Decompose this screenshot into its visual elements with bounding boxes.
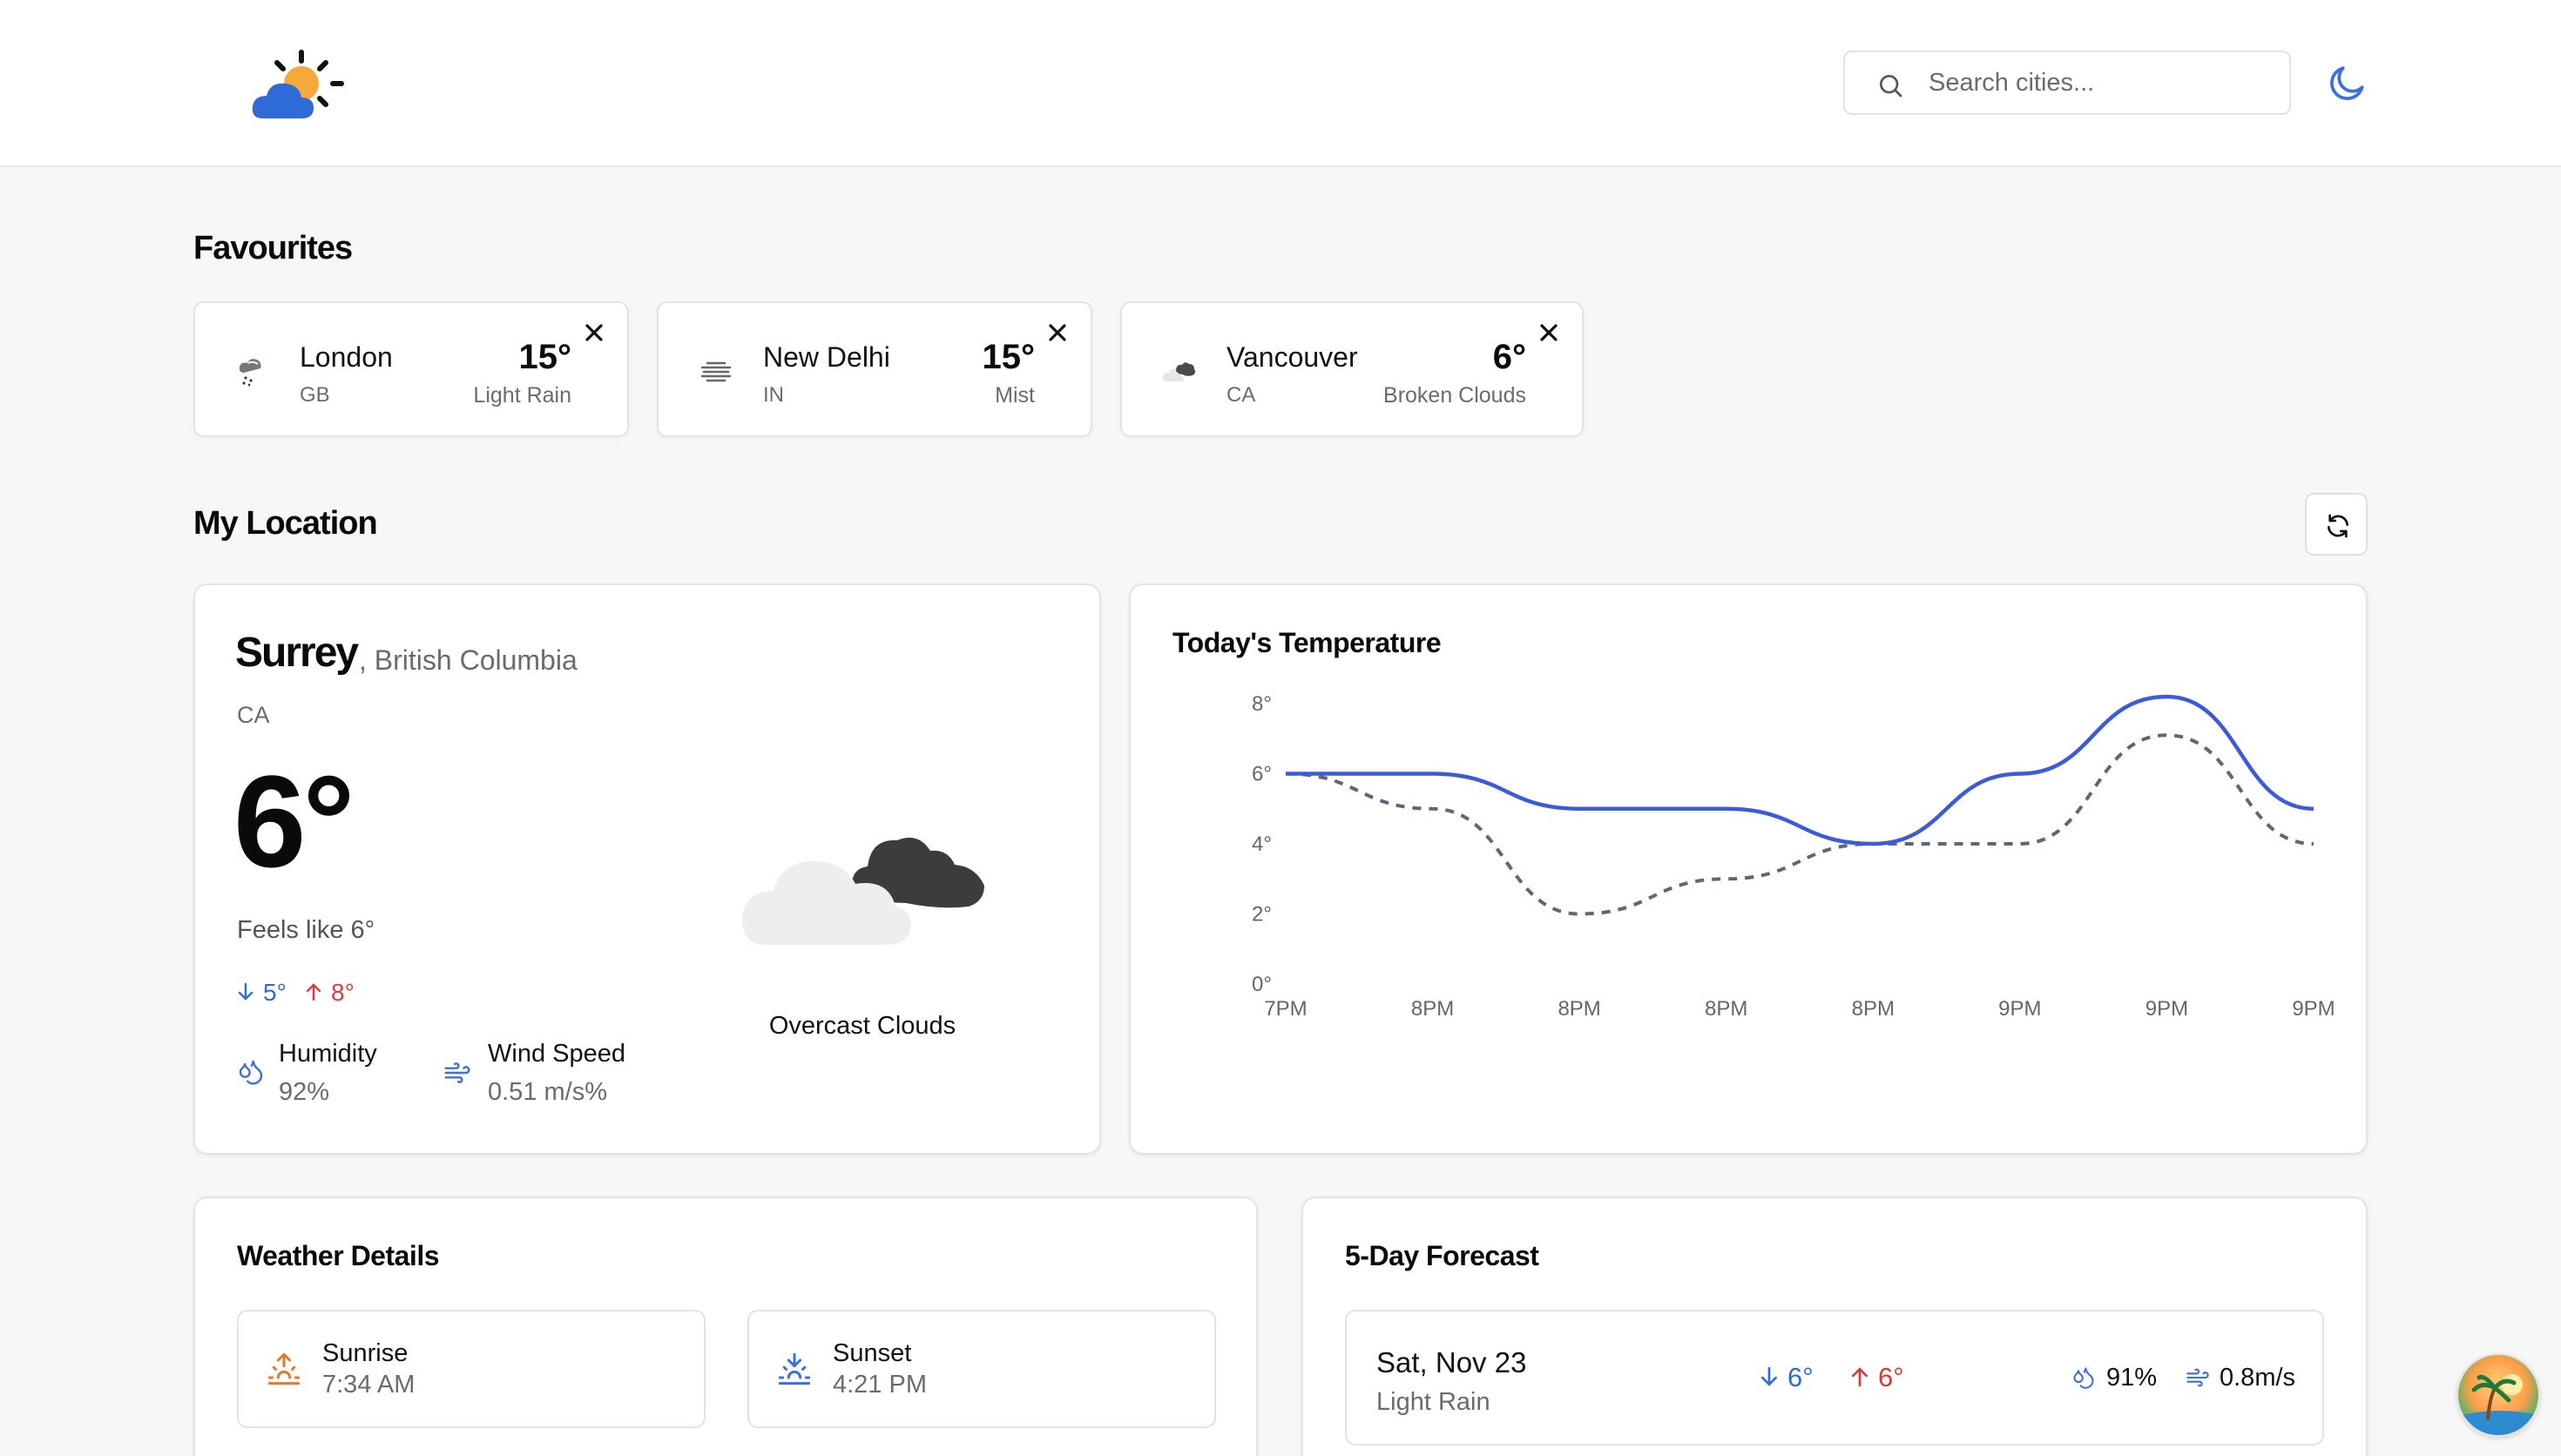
- current-temperature: 6°: [233, 748, 355, 894]
- my-location-title: My Location: [193, 505, 378, 542]
- close-icon[interactable]: [1044, 319, 1071, 347]
- search-input[interactable]: [1929, 52, 2277, 113]
- sunset-box: Sunset 4:21 PM: [747, 1310, 1216, 1428]
- refresh-icon: [2328, 514, 2348, 538]
- wind-speed-value: 0.51 m/s%: [488, 1078, 607, 1106]
- favourite-city: New Delhi: [763, 341, 890, 373]
- x-tick-label: 7PM: [1264, 997, 1307, 1021]
- sunrise-label: Sunrise: [322, 1339, 409, 1367]
- favourite-country: CA: [1226, 383, 1256, 407]
- arrow-up-icon: [1851, 1367, 1868, 1387]
- favourite-temp: 15°: [518, 338, 572, 376]
- favourite-card-vancouver[interactable]: Vancouver CA 6° Broken Clouds: [1120, 301, 1584, 437]
- y-tick-label: 0°: [1252, 973, 1272, 996]
- forecast-max: 6°: [1878, 1362, 1904, 1392]
- x-tick-label: 8PM: [1411, 997, 1454, 1021]
- favourite-country: GB: [300, 383, 330, 407]
- broken-clouds-icon: [1162, 362, 1196, 381]
- arrow-down-icon: [1760, 1366, 1778, 1386]
- location-region: , British Columbia: [359, 644, 578, 676]
- sunset-value: 4:21 PM: [833, 1371, 927, 1399]
- x-tick-label: 9PM: [2292, 997, 2335, 1021]
- y-tick-label: 4°: [1252, 832, 1272, 856]
- temperature-line-chart: 0° 2° 4° 6° 8° 7PM 8PM 8PM 8PM 8PM 9PM 9PM 9PM: [1252, 692, 2335, 1021]
- y-tick-label: 8°: [1252, 692, 1272, 716]
- y-tick-label: 2°: [1252, 903, 1272, 927]
- chart-title: Today's Temperature: [1172, 627, 1442, 658]
- sunrise-icon: [267, 1352, 301, 1385]
- forecast-min: 6°: [1787, 1362, 1814, 1392]
- close-icon[interactable]: [580, 319, 608, 347]
- favourite-condition: Broken Clouds: [1383, 383, 1526, 408]
- humidity-icon: [239, 1060, 263, 1085]
- x-tick-label: 8PM: [1852, 997, 1895, 1021]
- humidity-icon: [2073, 1367, 2094, 1389]
- forecast-title: 5-Day Forecast: [1345, 1240, 1539, 1271]
- sunset-label: Sunset: [833, 1339, 912, 1367]
- wind-speed-label: Wind Speed: [488, 1040, 625, 1068]
- favourite-condition: Light Rain: [473, 383, 571, 408]
- temperature-series-line: [1286, 694, 2314, 846]
- sunrise-value: 7:34 AM: [322, 1371, 416, 1399]
- search-icon: [1880, 75, 1902, 98]
- feels-like: Feels like 6°: [237, 916, 375, 944]
- search-box[interactable]: [1843, 51, 2291, 115]
- assistant-avatar[interactable]: [2456, 1353, 2540, 1437]
- forecast-day-row[interactable]: Sat, Nov 23 Light Rain 6° 6° 91% 0.8m/s: [1345, 1310, 2324, 1446]
- x-tick-label: 8PM: [1705, 997, 1747, 1021]
- palm-tree-icon: [2458, 1374, 2538, 1435]
- arrow-up-icon: [306, 983, 321, 1001]
- favourite-condition: Mist: [995, 383, 1035, 408]
- weather-details-title: Weather Details: [237, 1240, 440, 1271]
- mist-icon: [700, 361, 732, 382]
- humidity-value: 92%: [279, 1078, 330, 1106]
- forecast-condition: Light Rain: [1376, 1388, 1490, 1416]
- refresh-button[interactable]: [2305, 493, 2368, 556]
- favourite-card-new-delhi[interactable]: New Delhi IN 15° Mist: [657, 301, 1092, 437]
- close-icon[interactable]: [1535, 319, 1563, 347]
- favourite-temp: 15°: [982, 338, 1036, 376]
- favourite-city: London: [300, 341, 393, 373]
- forecast-date: Sat, Nov 23: [1376, 1346, 1527, 1378]
- favourite-city: Vancouver: [1226, 341, 1358, 373]
- app-header: [0, 0, 2561, 167]
- wind-icon: [444, 1062, 470, 1083]
- favourite-country: IN: [763, 383, 784, 407]
- favourites-title: Favourites: [193, 230, 353, 266]
- x-tick-label: 8PM: [1558, 997, 1600, 1021]
- favourite-card-london[interactable]: London GB 15° Light Rain: [193, 301, 629, 437]
- partly-cloudy-sun-icon[interactable]: [251, 47, 345, 120]
- min-temperature: 5°: [263, 979, 287, 1006]
- favourite-temp: 6°: [1492, 338, 1526, 376]
- x-tick-label: 9PM: [2145, 997, 2188, 1021]
- wind-icon: [2186, 1368, 2209, 1387]
- rain-icon: [239, 359, 261, 387]
- y-tick-label: 6°: [1252, 763, 1272, 786]
- overcast-clouds-icon: [741, 837, 984, 945]
- forecast-wind: 0.8m/s: [2220, 1364, 2296, 1392]
- sunset-icon: [778, 1352, 811, 1385]
- location-country: CA: [237, 702, 270, 728]
- x-tick-label: 9PM: [1998, 997, 2041, 1021]
- moon-icon[interactable]: [2326, 61, 2369, 104]
- arrow-down-icon: [238, 982, 253, 1001]
- max-temperature: 8°: [331, 979, 355, 1006]
- condition-label: Overcast Clouds: [768, 1012, 956, 1040]
- forecast-humidity: 91%: [2106, 1364, 2158, 1392]
- location-city: Surrey: [235, 630, 359, 676]
- sunrise-box: Sunrise 7:34 AM: [237, 1310, 706, 1428]
- humidity-label: Humidity: [279, 1040, 377, 1068]
